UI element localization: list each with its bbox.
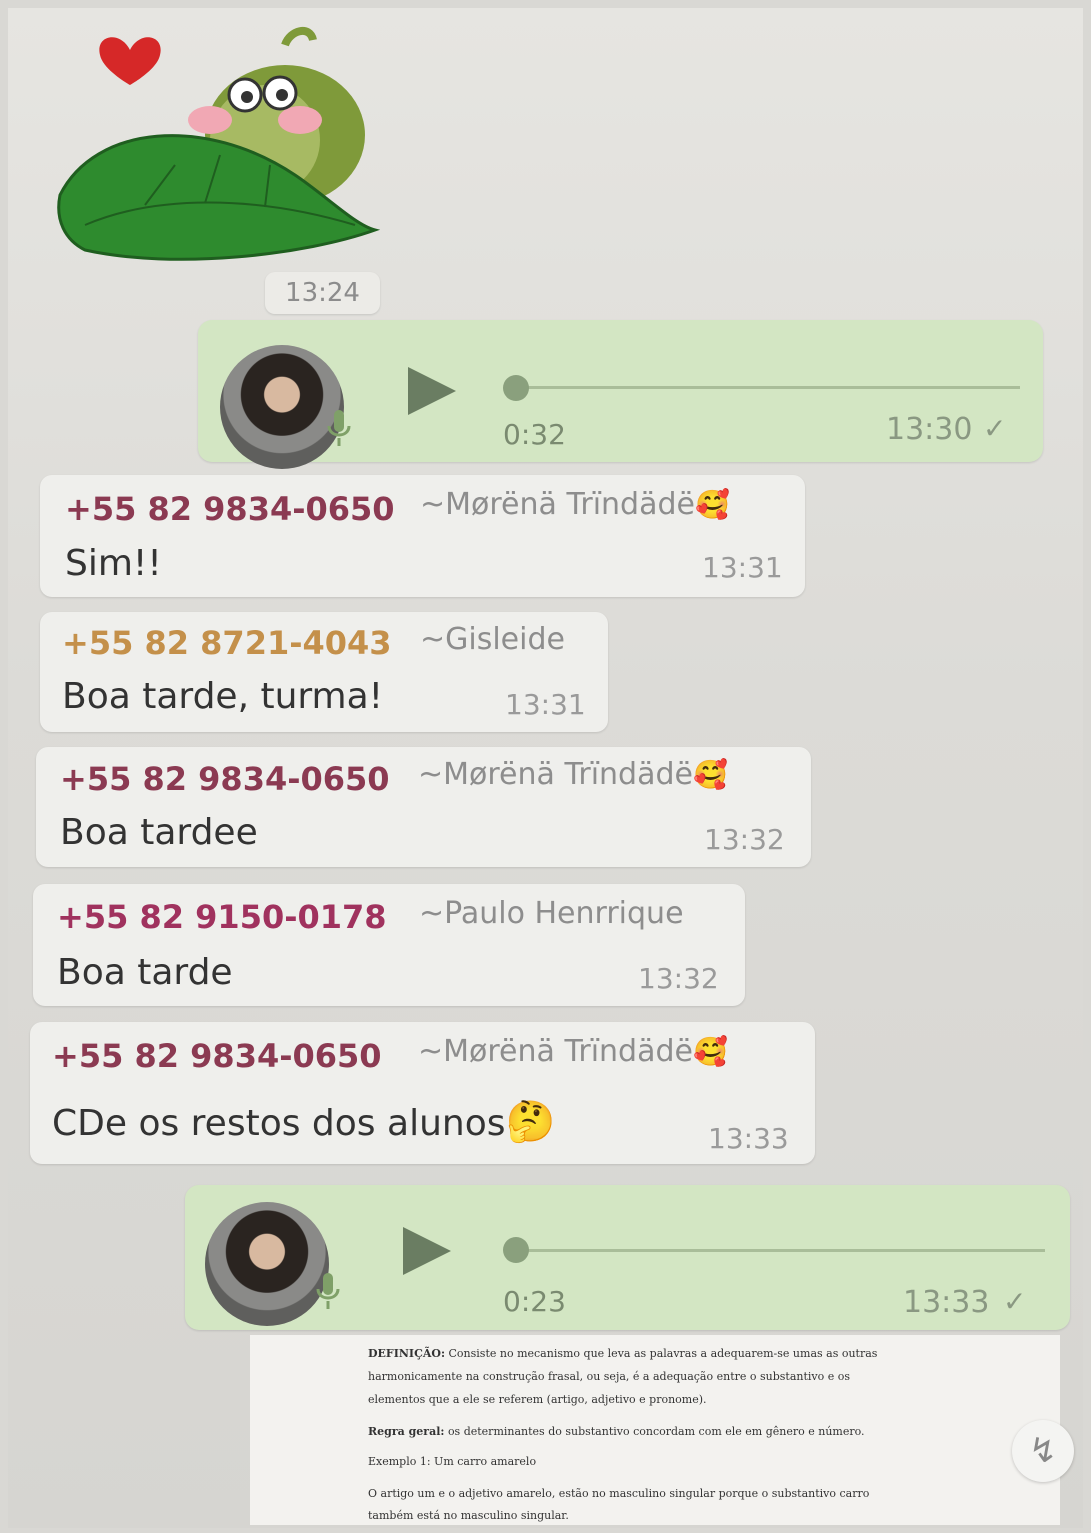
play-icon[interactable] <box>403 1227 451 1275</box>
message-body: CDe os restos dos alunos <box>52 1103 506 1144</box>
message-time: 13:30 <box>886 412 973 447</box>
sender-phone[interactable]: +55 82 9834-0650 <box>65 490 395 528</box>
microphone-icon <box>316 1273 340 1309</box>
doc-text: os determinantes do substantivo concorda… <box>447 1425 865 1438</box>
doc-bold-label: DEFINIÇÃO: <box>368 1347 446 1360</box>
double-chevron-down-icon[interactable]: ↯ <box>1012 1420 1074 1482</box>
incoming-message[interactable]: +55 82 9150-0178 ~Paulo Henrrique Boa ta… <box>33 884 745 1006</box>
sticker-timestamp: 13:24 <box>265 272 380 314</box>
message-text: Boa tarde <box>57 952 233 993</box>
message-text: CDe os restos dos alunos🤔 <box>52 1098 555 1145</box>
incoming-message[interactable]: +55 82 9834-0650 ~Mørënä Trïndädë🥰 Sim!!… <box>40 475 805 597</box>
voice-message[interactable]: 0:23 13:33 ✓ <box>185 1185 1070 1330</box>
heart-icon <box>99 37 161 85</box>
nickname-text: ~Paulo Henrrique <box>419 896 684 931</box>
message-time: 13:33 <box>708 1122 789 1155</box>
message-time: 13:31 <box>505 688 586 721</box>
doc-line: elementos que a ele se referem (artigo, … <box>368 1393 707 1406</box>
smiling-hearts-emoji-icon: 🥰 <box>694 488 730 521</box>
message-time: 13:32 <box>704 823 785 856</box>
avatar[interactable] <box>220 345 344 469</box>
doc-line: Regra geral: os determinantes do substan… <box>368 1425 865 1438</box>
sent-check-icon: ✓ <box>983 412 1007 445</box>
incoming-message[interactable]: +55 82 8721-4043 ~Gisleide Boa tarde, tu… <box>40 612 608 732</box>
sender-nickname: ~Paulo Henrrique <box>419 896 684 931</box>
sender-nickname: ~Gisleide <box>420 622 565 657</box>
avatar[interactable] <box>205 1202 329 1326</box>
document-image-preview[interactable]: DEFINIÇÃO: Consiste no mecanismo que lev… <box>250 1335 1060 1525</box>
doc-text: Consiste no mecanismo que leva as palavr… <box>448 1347 878 1360</box>
audio-progress-track[interactable] <box>510 1249 1045 1252</box>
doc-line: também está no masculino singular. <box>368 1509 569 1522</box>
audio-progress-track[interactable] <box>508 386 1020 389</box>
nickname-text: ~Mørënä Trïndädë <box>418 757 693 792</box>
smiling-hearts-emoji-icon: 🥰 <box>692 758 728 791</box>
doc-line: O artigo um e o adjetivo amarelo, estão … <box>368 1487 870 1500</box>
audio-progress-knob[interactable] <box>503 375 529 401</box>
voice-message[interactable]: 0:32 13:30 ✓ <box>198 320 1043 469</box>
sender-nickname: ~Mørënä Trïndädë🥰 <box>418 1034 728 1069</box>
play-icon[interactable] <box>408 367 456 415</box>
sender-nickname: ~Mørënä Trïndädë🥰 <box>418 757 728 792</box>
sender-phone[interactable]: +55 82 9834-0650 <box>52 1037 382 1075</box>
doc-line: harmonicamente na construção frasal, ou … <box>368 1370 851 1383</box>
nickname-text: ~Gisleide <box>420 622 565 657</box>
message-text: Boa tarde, turma! <box>62 676 384 717</box>
sent-check-icon: ✓ <box>1003 1285 1027 1318</box>
sender-nickname: ~Mørënä Trïndädë🥰 <box>420 487 730 522</box>
sender-phone[interactable]: +55 82 9150-0178 <box>57 898 387 936</box>
message-text: Boa tardee <box>60 812 258 853</box>
doc-bold-label: Regra geral: <box>368 1425 445 1438</box>
message-text: Sim!! <box>65 543 162 584</box>
sender-phone[interactable]: +55 82 9834-0650 <box>60 760 390 798</box>
doc-line: Exemplo 1: Um carro amarelo <box>368 1455 537 1468</box>
nickname-text: ~Mørënä Trïndädë <box>418 1034 693 1069</box>
message-time: 13:33 <box>903 1285 990 1320</box>
microphone-icon <box>327 410 351 446</box>
message-time: 13:32 <box>638 962 719 995</box>
sender-phone[interactable]: +55 82 8721-4043 <box>62 624 392 662</box>
audio-duration: 0:23 <box>503 1285 566 1318</box>
incoming-message[interactable]: +55 82 9834-0650 ~Mørënä Trïndädë🥰 CDe o… <box>30 1022 815 1164</box>
doc-line: DEFINIÇÃO: Consiste no mecanismo que lev… <box>368 1347 877 1360</box>
message-time: 13:31 <box>702 551 783 584</box>
smiling-hearts-emoji-icon: 🥰 <box>692 1035 728 1068</box>
frog-sticker[interactable] <box>55 25 395 275</box>
thinking-face-emoji-icon: 🤔 <box>505 1099 556 1145</box>
nickname-text: ~Mørënä Trïndädë <box>420 487 695 522</box>
audio-progress-knob[interactable] <box>503 1237 529 1263</box>
incoming-message[interactable]: +55 82 9834-0650 ~Mørënä Trïndädë🥰 Boa t… <box>36 747 811 867</box>
audio-duration: 0:32 <box>503 418 566 451</box>
